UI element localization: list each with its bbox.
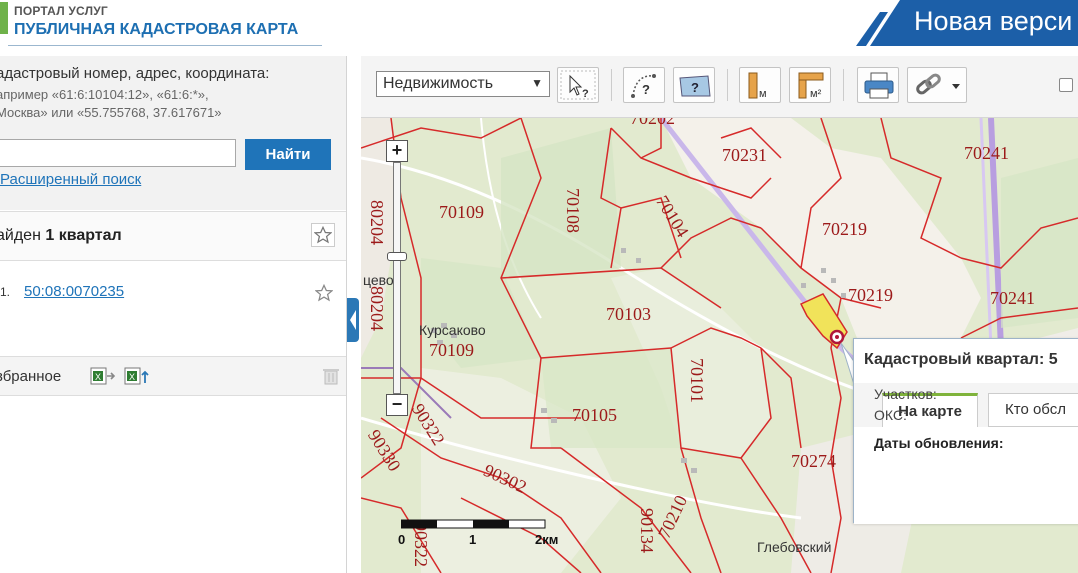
cadastral-number-link[interactable]: 50:08:0070235 — [24, 283, 124, 300]
parcel-label: 70202 — [630, 118, 675, 128]
panel-collapse-handle[interactable] — [347, 298, 359, 342]
star-icon — [315, 284, 333, 302]
svg-text:?: ? — [642, 82, 650, 97]
popup-title: Кадастровый квартал: 5 — [864, 351, 1058, 368]
polygon-question-icon: ? — [679, 75, 711, 97]
results-count: айден 1 квартал — [0, 227, 122, 245]
parcel-label: 70231 — [722, 145, 767, 165]
toolbar-checkbox[interactable] — [1059, 78, 1073, 92]
update-dates-label: Даты обновления: — [874, 435, 1004, 451]
svg-text:X: X — [129, 372, 135, 382]
dropdown-arrow-icon: ▼ — [531, 76, 543, 90]
select-info-button[interactable]: ? — [557, 67, 599, 103]
search-example: Москва» или «55.755768, 37.617671» — [0, 105, 222, 120]
results-prefix: айден — [0, 227, 46, 244]
parcel-label: 70219 — [848, 285, 893, 305]
parcel-label: 70241 — [964, 143, 1009, 163]
arc-question-icon: ? — [631, 74, 656, 98]
svg-text:X: X — [95, 372, 101, 382]
svg-text:м: м — [759, 88, 767, 100]
parcel-label: 70101 — [687, 358, 707, 403]
excel-export-icon[interactable]: X — [90, 366, 116, 386]
header-divider — [8, 45, 322, 46]
new-version-banner[interactable]: Новая верси — [850, 0, 1078, 46]
parcel-label: 70105 — [572, 405, 617, 425]
place-name: цево — [363, 272, 394, 288]
info-popup: Кадастровый квартал: 5 На карте Кто обсл… — [853, 338, 1078, 524]
results-header: айден 1 квартал — [0, 211, 346, 261]
parcel-label: 70219 — [822, 219, 867, 239]
app-header: ПОРТАЛ УСЛУГ ПУБЛИЧНАЯ КАДАСТРОВАЯ КАРТА… — [0, 0, 1078, 56]
chevron-left-icon — [350, 310, 356, 330]
favorites-bar: збранное X X — [0, 356, 346, 396]
tab-who-serves[interactable]: Кто обсл — [988, 393, 1078, 427]
result-index: 1. — [0, 285, 11, 299]
scale-label: 2км — [535, 532, 559, 547]
link-button[interactable] — [907, 67, 967, 103]
search-example: апример «61:6:10104:12», «61:6:*», — [0, 87, 209, 102]
place-name: Курсаково — [419, 322, 486, 338]
star-icon — [314, 226, 332, 244]
zoom-in-button[interactable]: + — [386, 140, 408, 162]
zoom-slider-handle[interactable] — [387, 252, 407, 261]
svg-text:?: ? — [691, 80, 699, 95]
chain-link-icon — [916, 73, 960, 95]
favorite-all-button[interactable] — [311, 223, 335, 247]
parcel-label: 70274 — [791, 451, 836, 471]
search-hint: адастровый номер, адрес, координата: — [0, 65, 270, 82]
app-title[interactable]: ПУБЛИЧНАЯ КАДАСТРОВАЯ КАРТА — [14, 21, 298, 39]
portal-label: ПОРТАЛ УСЛУГ — [14, 4, 108, 18]
toolbar-separator — [611, 69, 612, 101]
zoom-slider-track[interactable] — [393, 162, 401, 394]
zoom-out-button[interactable]: − — [386, 394, 408, 416]
svg-text:м²: м² — [810, 88, 822, 100]
cursor-question-icon: ? — [560, 70, 596, 100]
excel-import-icon[interactable]: X — [124, 366, 150, 386]
search-button[interactable]: Найти — [245, 139, 331, 170]
search-box: адастровый номер, адрес, координата: апр… — [0, 56, 346, 210]
scale-bar: 0 1 2км — [398, 518, 561, 548]
svg-text:?: ? — [582, 88, 589, 100]
place-name: Глебовский — [757, 539, 832, 555]
measure-area-button[interactable]: м² — [789, 67, 831, 103]
new-version-label: Новая верси — [914, 6, 1073, 36]
parcel-label: 80204 — [367, 200, 387, 245]
search-panel: адастровый номер, адрес, координата: апр… — [0, 56, 347, 573]
toolbar-separator — [727, 69, 728, 101]
parcel-label: 70109 — [429, 340, 474, 360]
parcel-label: 70241 — [990, 288, 1035, 308]
toolbar-separator — [843, 69, 844, 101]
trash-icon[interactable] — [322, 367, 340, 385]
parcel-label: 70109 — [439, 202, 484, 222]
scale-label: 0 — [398, 532, 406, 547]
area-ruler-icon: м² — [798, 72, 824, 100]
measure-info-button[interactable]: ? — [623, 67, 665, 103]
layer-select-value: Недвижимость — [383, 75, 494, 92]
polygon-info-button[interactable]: ? — [673, 67, 715, 103]
favorites-label: збранное — [0, 368, 62, 385]
parcel-label: 70108 — [563, 188, 583, 233]
portal-logo-icon — [0, 2, 8, 34]
results-count-value: 1 квартал — [45, 227, 122, 244]
list-item[interactable]: 1. 50:08:0070235 — [0, 261, 346, 356]
parcel-label: 70103 — [606, 304, 651, 324]
parcels-field-label: Участков: — [874, 386, 937, 402]
measure-length-button[interactable]: м — [739, 67, 781, 103]
parcel-label: 90134 — [637, 508, 657, 553]
scale-label: 1 — [469, 532, 477, 547]
ruler-icon: м — [748, 72, 767, 100]
printer-icon — [864, 72, 894, 99]
favorite-button[interactable] — [313, 282, 335, 304]
map-area: Недвижимость ▼ ? ? ? м м² 70202 70231 70… — [361, 56, 1078, 573]
advanced-search-link[interactable]: Расширенный поиск — [0, 171, 141, 188]
layer-select[interactable]: Недвижимость ▼ — [376, 71, 550, 97]
parcel-label: 80204 — [367, 286, 387, 331]
print-button[interactable] — [857, 67, 899, 103]
map-toolbar: Недвижимость ▼ ? ? ? м м² — [361, 56, 1078, 118]
oks-field-label: ОКС: — [874, 407, 907, 423]
search-input[interactable] — [0, 139, 236, 167]
